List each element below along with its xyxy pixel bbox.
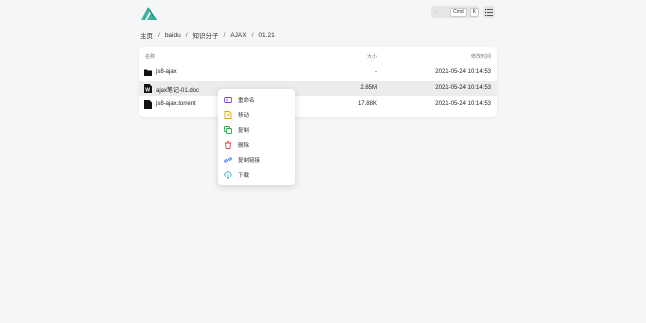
list-icon xyxy=(485,8,493,16)
file-size: 2.85M xyxy=(360,85,377,91)
breadcrumb-item-home[interactable]: 主页 xyxy=(140,30,153,40)
search-button[interactable]: Cmd K xyxy=(431,6,479,18)
context-menu-rename[interactable]: 重命名 xyxy=(218,92,295,107)
breadcrumb-item-knowledge[interactable]: 知识分子 xyxy=(193,30,219,40)
context-menu-label: 下载 xyxy=(238,172,250,179)
file-list-panel: 名称 大小 修改时间 js8-ajax - 2021-05-24 10:14:5… xyxy=(139,47,497,117)
context-menu: 重命名 移动 复制 删除 复制链接 下载 xyxy=(218,89,295,185)
copy-icon xyxy=(224,125,232,134)
context-menu-download[interactable]: 下载 xyxy=(218,167,295,182)
delete-icon xyxy=(224,140,232,149)
word-file-icon: W xyxy=(144,84,152,93)
column-header-name[interactable]: 名称 xyxy=(145,53,155,60)
column-header-size[interactable]: 大小 xyxy=(367,53,377,60)
link-icon xyxy=(224,156,232,163)
shortcut-key-cmd: Cmd xyxy=(450,7,467,17)
context-menu-copy[interactable]: 复制 xyxy=(218,122,295,137)
column-header-modified[interactable]: 修改时间 xyxy=(471,53,491,60)
breadcrumb-separator: / xyxy=(158,31,160,39)
search-icon xyxy=(435,11,437,13)
file-name: ajax笔记-01.doc xyxy=(156,88,200,94)
download-icon xyxy=(224,170,232,179)
breadcrumb: 主页 / baidu / 知识分子 / AJAX / 01.21 xyxy=(140,30,275,41)
breadcrumb-separator: / xyxy=(185,31,188,39)
context-menu-label: 删除 xyxy=(238,142,250,149)
table-row[interactable]: js8-ajax - 2021-05-24 10:14:53 xyxy=(139,65,497,80)
file-modified: 2021-05-24 10:14:53 xyxy=(435,101,491,107)
file-icon xyxy=(144,100,152,109)
context-menu-label: 复制 xyxy=(238,127,250,134)
move-icon xyxy=(224,110,232,119)
context-menu-move[interactable]: 移动 xyxy=(218,107,295,122)
file-name: js8-ajax xyxy=(156,69,177,75)
context-menu-label: 复制链接 xyxy=(238,157,261,164)
table-row[interactable]: js8-ajax.torrent 17.88K 2021-05-24 10:14… xyxy=(139,97,497,112)
file-modified: 2021-05-24 10:14:53 xyxy=(435,69,491,75)
rename-icon xyxy=(224,96,232,103)
view-menu-button[interactable] xyxy=(483,6,495,18)
context-menu-label: 移动 xyxy=(238,112,250,119)
breadcrumb-item-ajax[interactable]: AJAX xyxy=(230,32,246,39)
context-menu-copy-link[interactable]: 复制链接 xyxy=(218,152,295,167)
file-size: 17.88K xyxy=(357,101,377,107)
context-menu-delete[interactable]: 删除 xyxy=(218,137,295,152)
logo-icon[interactable] xyxy=(140,5,158,21)
breadcrumb-item-current: 01.21 xyxy=(258,31,275,39)
svg-text:W: W xyxy=(145,87,150,93)
context-menu-label: 重命名 xyxy=(238,97,255,104)
breadcrumb-separator: / xyxy=(223,31,226,39)
breadcrumb-item-baidu[interactable]: baidu xyxy=(165,32,181,39)
file-size: - xyxy=(375,69,377,75)
shortcut-key-k: K xyxy=(469,7,479,17)
table-row[interactable]: W ajax笔记-01.doc 2.85M 2021-05-24 10:14:5… xyxy=(139,81,497,96)
file-name: js8-ajax.torrent xyxy=(156,101,196,107)
folder-icon xyxy=(144,69,152,76)
file-modified: 2021-05-24 10:14:53 xyxy=(435,85,491,91)
breadcrumb-separator: / xyxy=(251,31,254,39)
